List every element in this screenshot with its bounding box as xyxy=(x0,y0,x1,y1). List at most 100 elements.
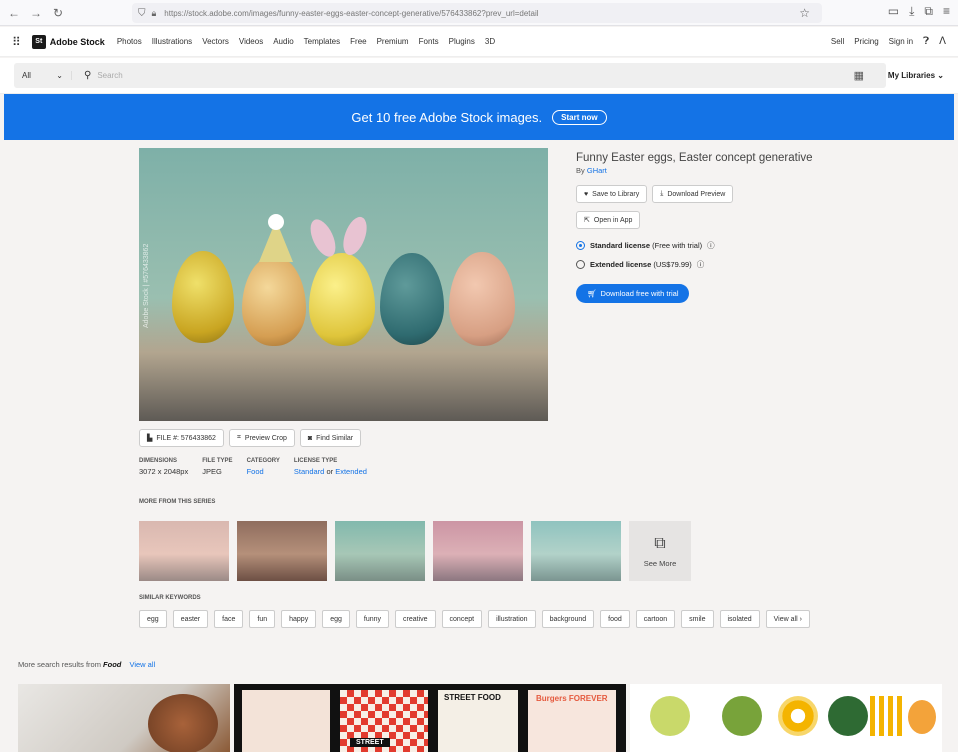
series-thumbnail[interactable] xyxy=(433,521,523,581)
keyword-chip[interactable]: easter xyxy=(172,610,209,628)
series-thumbnail[interactable] xyxy=(335,521,425,581)
brand-name[interactable]: Adobe Stock xyxy=(50,37,105,47)
file-number-button[interactable]: ▙ FILE #: 576433862 xyxy=(139,429,224,447)
extended-link[interactable]: Extended xyxy=(335,467,367,476)
keyword-chip[interactable]: creative xyxy=(395,610,436,628)
file-number-label: FILE #: 576433862 xyxy=(156,434,216,442)
category-select-value: All xyxy=(22,71,31,80)
lock-icon: 🔒︎ xyxy=(151,7,157,18)
asset-preview-image[interactable]: Adobe Stock | #576433862 xyxy=(139,148,548,421)
keyword-chip[interactable]: food xyxy=(600,610,630,628)
series-thumbnail[interactable] xyxy=(531,521,621,581)
category-select[interactable]: All ⌄ xyxy=(14,71,72,80)
search-input[interactable]: Search xyxy=(97,71,122,80)
keyword-chip[interactable]: fun xyxy=(249,610,276,628)
sign-in-link[interactable]: Sign in xyxy=(889,37,913,46)
author-link[interactable]: GHart xyxy=(587,166,607,175)
nav-item-premium[interactable]: Premium xyxy=(377,37,409,46)
camera-icon: ◙ xyxy=(307,434,313,442)
filetype-label: FILE TYPE xyxy=(202,458,233,464)
nav-item-audio[interactable]: Audio xyxy=(273,37,293,46)
view-all-keywords-button[interactable]: View all › xyxy=(765,610,810,628)
preview-crop-button[interactable]: ⌗ Preview Crop xyxy=(228,429,295,447)
keyword-chip[interactable]: face xyxy=(214,610,244,628)
standard-link[interactable]: Standard xyxy=(294,467,324,476)
result-card-food-pattern[interactable] xyxy=(630,684,942,752)
result-card-food-photo[interactable] xyxy=(18,684,230,752)
menu-icon[interactable]: ≡ xyxy=(943,4,950,19)
egg-pink xyxy=(449,252,515,346)
result-card-street-food[interactable]: STREET FOOD Burgers FOREVER STREET xyxy=(234,684,626,752)
asset-actions: ♥ Save to Library ⤓ Download Preview xyxy=(576,185,734,203)
extensions-icon[interactable]: ⧉ xyxy=(924,4,933,19)
meta-filetype: FILE TYPE JPEG xyxy=(202,458,232,476)
start-now-button[interactable]: Start now xyxy=(552,109,607,125)
back-arrow-icon[interactable]: ← xyxy=(6,6,22,20)
forward-arrow-icon[interactable]: → xyxy=(28,6,44,20)
pricing-link[interactable]: Pricing xyxy=(854,37,878,46)
keyword-chip[interactable]: funny xyxy=(355,610,390,628)
sidebar-icon[interactable]: ▭ xyxy=(888,4,899,19)
more-results-term: Food xyxy=(103,660,122,669)
my-libraries-button[interactable]: My Libraries ⌄ xyxy=(888,71,944,80)
category-link[interactable]: Food xyxy=(247,467,264,476)
standard-license-option[interactable]: Standard license (Free with trial) ⓘ xyxy=(576,240,715,251)
url-text: https://stock.adobe.com/images/funny-eas… xyxy=(164,8,539,18)
address-bar[interactable]: ⛉ 🔒︎ https://stock.adobe.com/images/funn… xyxy=(132,3,822,23)
header-right: Sell Pricing Sign in ❓︎ ᐱ xyxy=(831,36,946,47)
sell-link[interactable]: Sell xyxy=(831,37,844,46)
series-heading: MORE FROM THIS SERIES xyxy=(139,499,216,505)
download-free-trial-button[interactable]: 🛒︎ Download free with trial xyxy=(576,284,690,303)
keyword-chip[interactable]: egg xyxy=(139,610,167,628)
nav-item-free[interactable]: Free xyxy=(350,37,366,46)
keyword-chip[interactable]: illustration xyxy=(488,610,536,628)
open-in-app-button[interactable]: ⇱ Open in App xyxy=(576,211,641,229)
apps-grid-icon[interactable]: ⠿ xyxy=(12,35,21,49)
see-more-button[interactable]: ⧉ See More xyxy=(629,521,691,581)
browser-toolbar: ← → ↻ ⛉ 🔒︎ https://stock.adobe.com/image… xyxy=(0,0,958,26)
extended-license-option[interactable]: Extended license (US$79.99) ⓘ xyxy=(576,259,704,270)
keyword-chip[interactable]: egg xyxy=(322,610,350,628)
info-icon[interactable]: ⓘ xyxy=(697,259,705,270)
poster-burgers-text: Burgers FOREVER xyxy=(536,694,608,703)
keyword-chip[interactable]: background xyxy=(541,610,595,628)
nav-item-videos[interactable]: Videos xyxy=(239,37,263,46)
info-icon[interactable]: ⓘ xyxy=(707,240,715,251)
series-thumbnail[interactable] xyxy=(237,521,327,581)
help-icon[interactable]: ❓︎ xyxy=(923,36,929,47)
main-nav: Photos Illustrations Vectors Videos Audi… xyxy=(117,37,495,46)
adobe-logo-icon[interactable]: ᐱ xyxy=(939,36,946,47)
save-to-library-button[interactable]: ♥ Save to Library xyxy=(576,185,648,203)
banner-text: Get 10 free Adobe Stock images. xyxy=(351,109,543,125)
series-thumbnail[interactable] xyxy=(139,521,229,581)
reload-icon[interactable]: ↻ xyxy=(50,6,66,20)
bookmark-star-icon[interactable]: ☆ xyxy=(799,6,810,20)
asset-byline: By GHart xyxy=(576,166,813,175)
keyword-chip[interactable]: smile xyxy=(681,610,714,628)
nav-item-photos[interactable]: Photos xyxy=(117,37,142,46)
download-preview-button[interactable]: ⤓ Download Preview xyxy=(652,185,734,203)
standard-license-note: (Free with trial) xyxy=(652,241,703,250)
gallery-icon: ⧉ xyxy=(654,534,666,552)
pattern-apple xyxy=(908,700,936,734)
keyword-chip[interactable]: cartoon xyxy=(635,610,676,628)
keyword-chip[interactable]: happy xyxy=(281,610,317,628)
egg-yellow xyxy=(309,253,375,346)
download-icon[interactable]: ⤓ xyxy=(909,4,914,19)
egg-orange xyxy=(242,256,306,346)
nav-item-plugins[interactable]: Plugins xyxy=(449,37,475,46)
adobe-stock-logo[interactable]: St xyxy=(31,34,46,49)
nav-item-3d[interactable]: 3D xyxy=(485,37,495,46)
radio-selected[interactable] xyxy=(576,241,585,250)
visual-search-icon[interactable]: ▦ xyxy=(854,69,864,82)
find-similar-button[interactable]: ◙ Find Similar xyxy=(299,429,362,447)
keyword-chip[interactable]: concept xyxy=(441,610,483,628)
nav-item-illustrations[interactable]: Illustrations xyxy=(152,37,192,46)
keyword-chip[interactable]: isolated xyxy=(719,610,760,628)
radio-unselected[interactable] xyxy=(576,260,585,269)
open-in-app-label: Open in App xyxy=(593,216,633,224)
nav-item-vectors[interactable]: Vectors xyxy=(202,37,229,46)
nav-item-templates[interactable]: Templates xyxy=(304,37,340,46)
more-results-view-all-link[interactable]: View all xyxy=(129,660,155,669)
nav-item-fonts[interactable]: Fonts xyxy=(419,37,439,46)
